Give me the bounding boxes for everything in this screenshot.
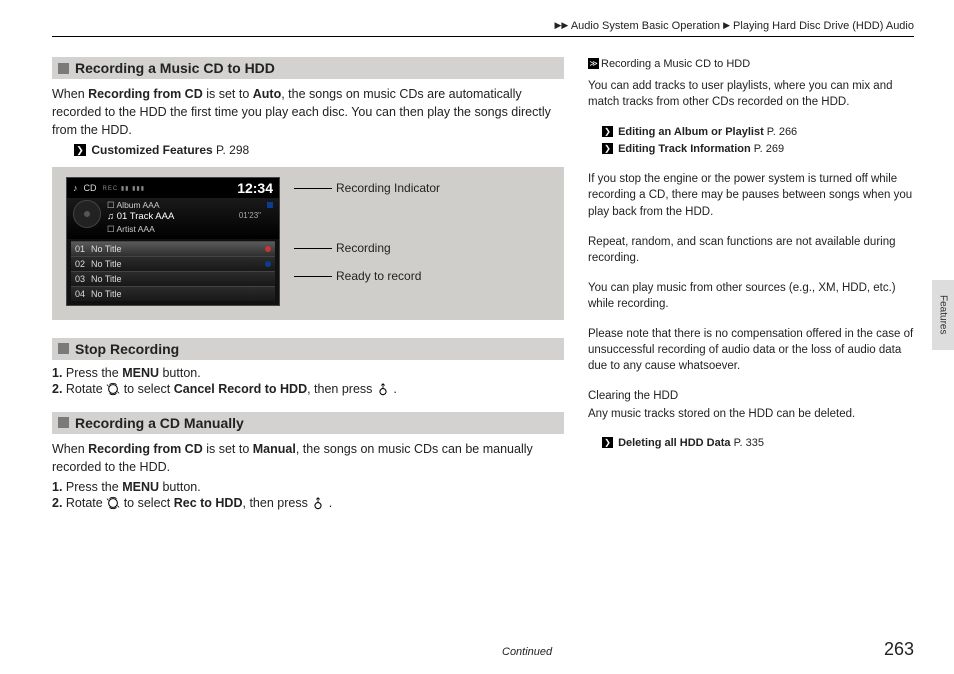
link-icon: ❯ xyxy=(602,126,613,137)
link-icon: ❯ xyxy=(602,437,613,448)
figure-recording-screen: CD REC ▮▮ ▮▮▮ 12:34 ☐ Album AAA ♫ 01 Tra… xyxy=(52,167,564,319)
square-bullet-icon xyxy=(58,417,69,428)
ready-dot-icon xyxy=(265,261,271,267)
breadcrumb-part-2: Playing Hard Disc Drive (HDD) Audio xyxy=(733,20,914,32)
notes-column: ≫Recording a Music CD to HDD You can add… xyxy=(588,57,914,512)
step-2: 2. Rotate to select Rec to HDD, then pre… xyxy=(52,496,564,510)
music-note-icon xyxy=(73,183,78,193)
clock: 12:34 xyxy=(237,180,273,196)
track-list: 01 No Title 02 No Title 03 No Title xyxy=(67,239,279,301)
notes-p6: Any music tracks stored on the HDD can b… xyxy=(588,406,914,422)
page-footer: Continued 263 xyxy=(52,639,914,660)
notes-p4: You can play music from other sources (e… xyxy=(588,280,914,312)
crossref-customized-features[interactable]: ❯ Customized Features P. 298 xyxy=(74,143,564,157)
audio-screen-mock: CD REC ▮▮ ▮▮▮ 12:34 ☐ Album AAA ♫ 01 Tra… xyxy=(66,177,280,305)
main-column: Recording a Music CD to HDD When Recordi… xyxy=(52,57,564,512)
callout-recording: Recording xyxy=(294,241,440,255)
header-rule xyxy=(52,36,914,37)
crossref-deleting-hdd-data[interactable]: ❯ Deleting all HDD Data P. 335 xyxy=(602,436,914,451)
section-tab-label: Features xyxy=(938,295,949,334)
rotate-dial-icon xyxy=(106,496,120,510)
section-heading-recording-cd-manually: Recording a CD Manually xyxy=(52,412,564,434)
continued-label: Continued xyxy=(502,646,552,658)
breadcrumb-part-1: Audio System Basic Operation xyxy=(571,20,720,32)
recording-indicator-icon xyxy=(267,202,273,208)
step-1: 1. Press the MENU button. xyxy=(52,480,564,494)
callout-ready-to-record: Ready to record xyxy=(294,269,440,283)
section3-body: When Recording from CD is set to Manual,… xyxy=(52,440,564,476)
step-1: 1. Press the MENU button. xyxy=(52,366,564,380)
crossref-editing-album[interactable]: ❯ Editing an Album or Playlist P. 266 xyxy=(602,125,914,140)
recording-dot-icon xyxy=(265,246,271,252)
notes-p3: Repeat, random, and scan functions are n… xyxy=(588,234,914,266)
link-icon: ❯ xyxy=(74,144,86,156)
chevron-icon: ≫ xyxy=(588,58,599,69)
callout-recording-indicator: Recording Indicator xyxy=(294,181,440,195)
header-indicator-icons: REC ▮▮ ▮▮▮ xyxy=(103,185,146,192)
notes-p2: If you stop the engine or the power syst… xyxy=(588,171,914,219)
notes-p5: Please note that there is no compensatio… xyxy=(588,326,914,374)
breadcrumb: ▶▶ Audio System Basic Operation ▶ Playin… xyxy=(52,20,914,32)
figure-callouts: Recording Indicator Recording Ready to r… xyxy=(294,177,440,283)
step-2: 2. Rotate to select Cancel Record to HDD… xyxy=(52,382,564,396)
crossref-editing-track-info[interactable]: ❯ Editing Track Information P. 269 xyxy=(602,142,914,157)
track-row: 01 No Title xyxy=(71,241,275,256)
screen-header: CD REC ▮▮ ▮▮▮ 12:34 xyxy=(67,178,279,198)
np-artist: ☐ Artist AAA xyxy=(107,224,261,235)
now-playing: ☐ Album AAA ♫ 01 Track AAA 01'23" ☐ Artis… xyxy=(67,198,279,238)
page-number: 263 xyxy=(884,639,914,660)
rotate-dial-icon xyxy=(106,382,120,396)
section-title: Stop Recording xyxy=(75,341,179,357)
np-track: ♫ 01 Track AAA xyxy=(107,211,174,222)
press-button-icon xyxy=(311,496,325,510)
disc-icon xyxy=(73,200,101,228)
notes-p1: You can add tracks to user playlists, wh… xyxy=(588,78,914,110)
section1-body: When Recording from CD is set to Auto, t… xyxy=(52,85,564,139)
press-button-icon xyxy=(376,382,390,396)
notes-p6-title: Clearing the HDD xyxy=(588,388,914,404)
breadcrumb-arrow-icon: ▶▶ xyxy=(555,20,569,30)
track-row: 02 No Title xyxy=(71,256,275,271)
section-heading-recording-cd-to-hdd: Recording a Music CD to HDD xyxy=(52,57,564,79)
section-heading-stop-recording: Stop Recording xyxy=(52,338,564,360)
source-label: CD xyxy=(84,183,97,193)
np-album: ☐ Album AAA xyxy=(107,200,261,211)
link-icon: ❯ xyxy=(602,143,613,154)
np-duration: 01'23" xyxy=(239,211,261,221)
track-row: 03 No Title xyxy=(71,271,275,286)
square-bullet-icon xyxy=(58,343,69,354)
square-bullet-icon xyxy=(58,63,69,74)
section-title: Recording a Music CD to HDD xyxy=(75,60,275,76)
section-tab-features: Features xyxy=(932,280,954,350)
section-title: Recording a CD Manually xyxy=(75,415,244,431)
track-row: 04 No Title xyxy=(71,286,275,301)
notes-topic-heading: ≫Recording a Music CD to HDD xyxy=(588,57,914,72)
breadcrumb-arrow-icon: ▶ xyxy=(723,20,730,30)
